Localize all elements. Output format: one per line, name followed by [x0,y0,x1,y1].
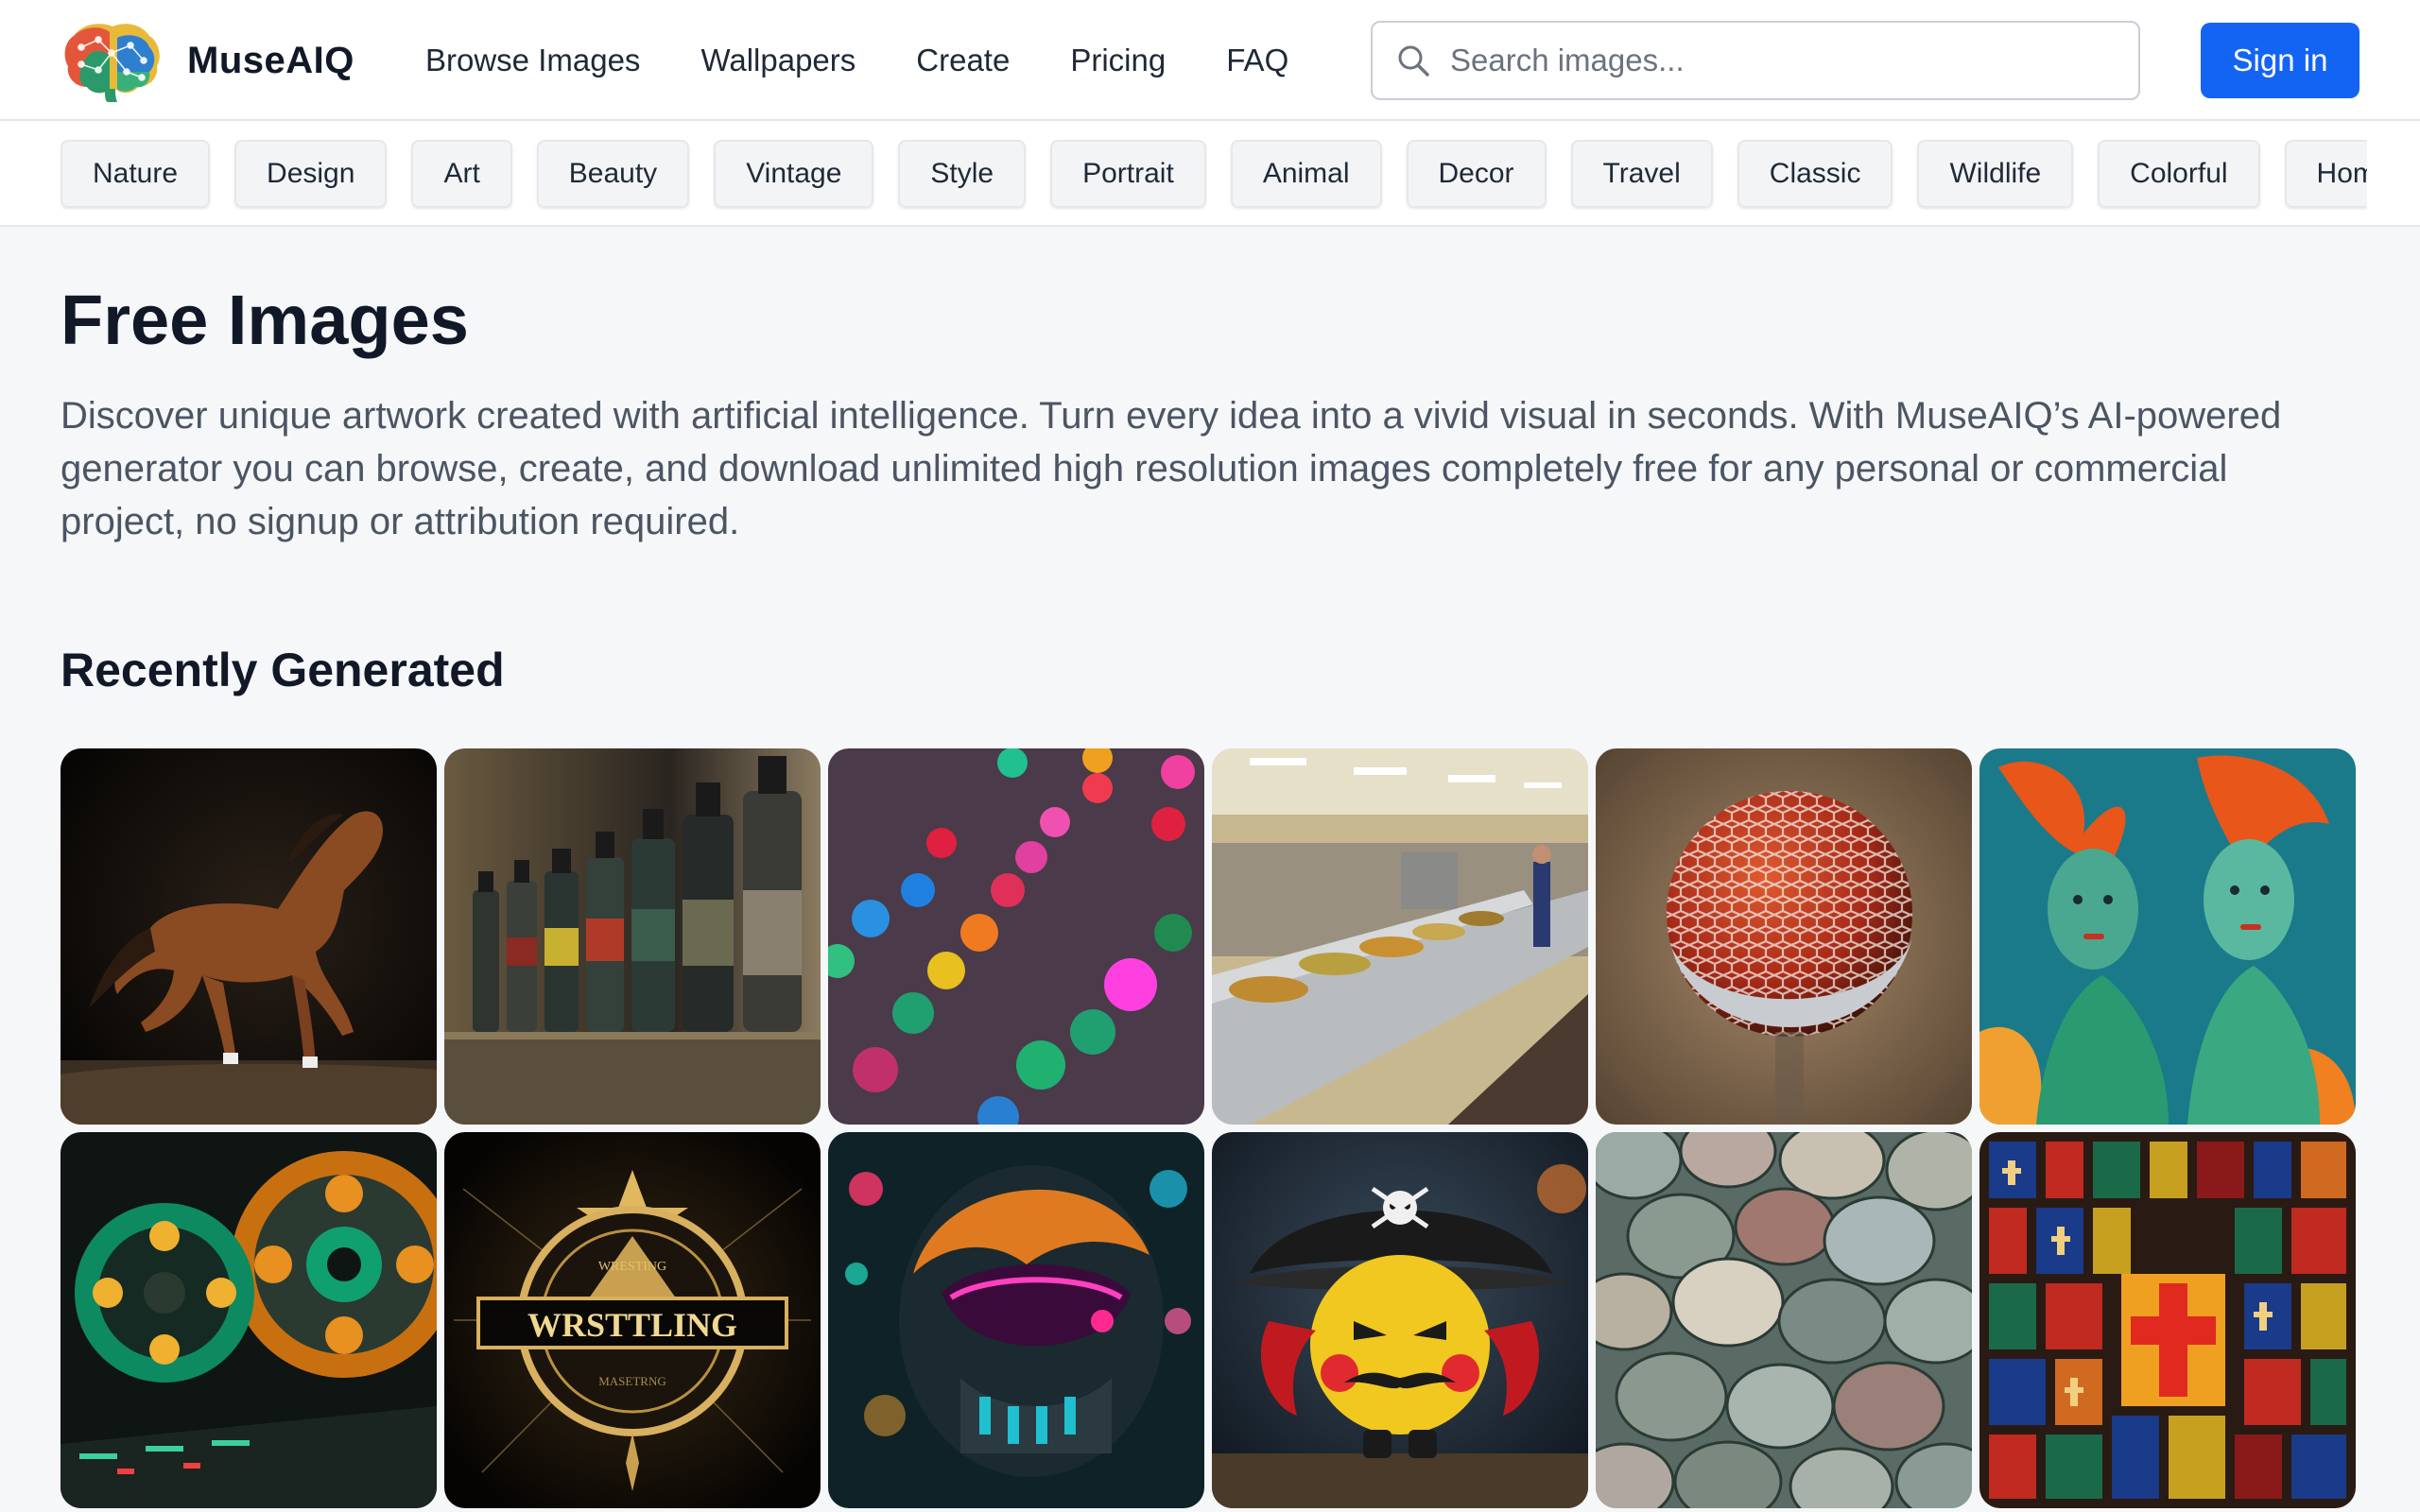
emblem-bottom-text: MASETRNG [598,1374,666,1388]
nav-pricing[interactable]: Pricing [1070,43,1166,78]
category-bar: Nature Design Art Beauty Vintage Style P… [0,121,2420,227]
gallery-image-stained-glass[interactable] [1979,1132,2356,1508]
chip-portrait[interactable]: Portrait [1050,140,1206,208]
gallery-image-pastel-discs[interactable] [1596,1132,1972,1508]
chip-art[interactable]: Art [411,140,512,208]
gallery-image-mermaids[interactable] [1979,748,2356,1125]
search-icon [1398,45,1429,77]
gallery-image-cafeteria[interactable] [1212,748,1588,1125]
bottles-image [444,748,821,1125]
pastel-discs-image [1596,1132,1972,1508]
stained-glass-image [1979,1132,2356,1508]
category-chip-list[interactable]: Nature Design Art Beauty Vintage Style P… [60,138,2367,210]
film-reels-image [60,1132,437,1508]
brain-logo-icon [64,24,160,102]
chip-travel[interactable]: Travel [1570,140,1713,208]
red-orb-image [1596,748,1972,1125]
nav-faq[interactable]: FAQ [1226,43,1288,78]
emblem-main-text: WRSTTLING [527,1306,737,1344]
chip-nature[interactable]: Nature [60,140,211,208]
horse-image [60,748,437,1125]
page-title: Free Images [60,281,469,359]
chip-classic[interactable]: Classic [1737,140,1893,208]
chip-style[interactable]: Style [898,140,1027,208]
chip-beauty[interactable]: Beauty [536,140,690,208]
chip-decor[interactable]: Decor [1406,140,1547,208]
chip-colorful[interactable]: Colorful [2098,140,2260,208]
gallery-image-film-reels[interactable] [60,1132,437,1508]
chip-design[interactable]: Design [234,140,388,208]
chip-home-truncated[interactable]: Hom [2284,140,2367,208]
top-navigation-bar: MuseAIQ Browse Images Wallpapers Create … [0,0,2420,121]
gallery-image-pirate-emoji[interactable] [1212,1132,1588,1508]
search-box [1371,21,2140,100]
brand-name[interactable]: MuseAIQ [187,40,354,82]
gallery-image-neon-helmet[interactable] [828,1132,1204,1508]
gallery-image-bottles[interactable] [444,748,821,1125]
search-input[interactable] [1448,42,2114,79]
nav-browse-images[interactable]: Browse Images [425,43,640,78]
sign-in-button[interactable]: Sign in [2201,23,2360,98]
main-nav: Browse Images Wallpapers Create Pricing … [425,0,1349,121]
gallery-image-red-orb[interactable] [1596,748,1972,1125]
gallery-image-glowing-balls[interactable] [828,748,1204,1125]
gallery-image-wrestling-emblem[interactable]: WRSTTLING WRESTING MASETRNG [444,1132,821,1508]
logo-link[interactable]: MuseAIQ [60,19,354,102]
emblem-top-text: WRESTING [598,1260,666,1274]
nav-create[interactable]: Create [916,43,1010,78]
chip-wildlife[interactable]: Wildlife [1917,140,2074,208]
mermaids-image [1979,748,2356,1125]
section-title: Recently Generated [60,644,505,696]
intro-paragraph: Discover unique artwork created with art… [60,395,2282,542]
nav-wallpapers[interactable]: Wallpapers [700,43,856,78]
wrestling-emblem-image: WRSTTLING WRESTING MASETRNG [444,1132,821,1508]
neon-helmet-image [828,1132,1204,1508]
glowing-balls-image [828,748,1204,1125]
cafeteria-image [1212,748,1588,1125]
chip-vintage[interactable]: Vintage [714,140,874,208]
gallery-image-horse[interactable] [60,748,437,1125]
pirate-emoji-image [1212,1132,1588,1508]
chip-animal[interactable]: Animal [1230,140,1382,208]
